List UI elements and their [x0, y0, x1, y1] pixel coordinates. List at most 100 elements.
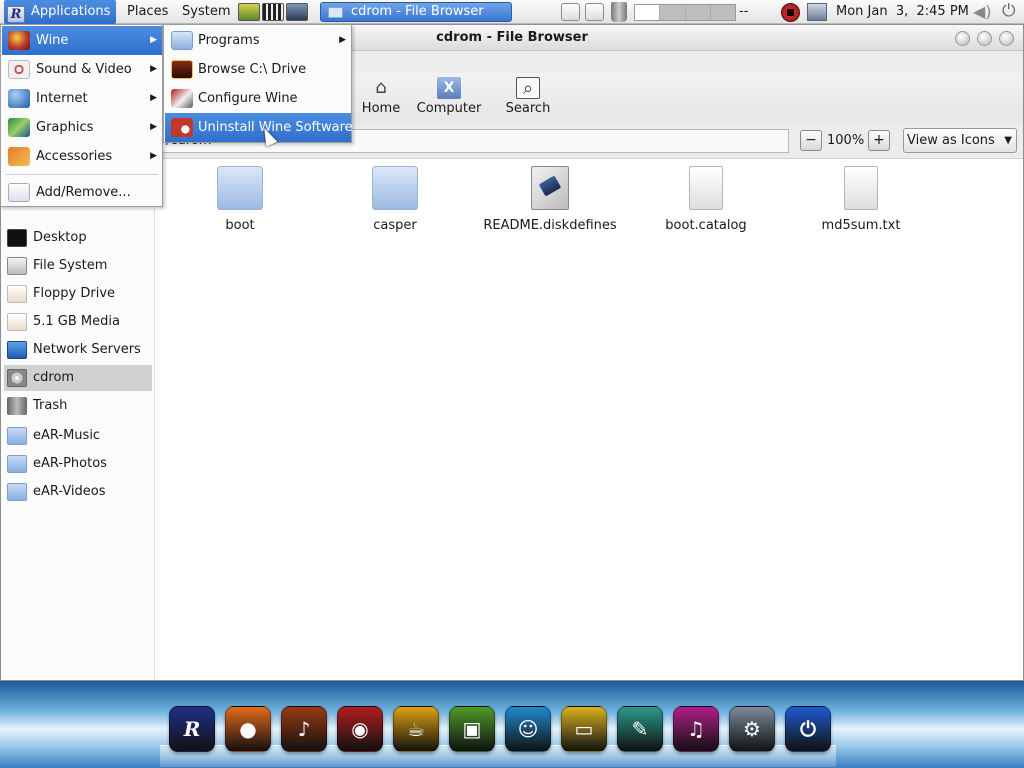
- dock-app-settings[interactable]: ⚙: [729, 706, 775, 752]
- file-item-casper[interactable]: casper: [325, 166, 465, 233]
- workspace-3[interactable]: [685, 5, 711, 20]
- home-button[interactable]: ⌂ Home: [361, 77, 401, 116]
- workspace-2[interactable]: [660, 5, 686, 20]
- file-item-boot-catalog[interactable]: boot.catalog: [636, 166, 776, 233]
- search-button[interactable]: ⌕ Search: [503, 77, 553, 116]
- trash-icon: [7, 397, 27, 415]
- submenu-arrow-icon: ▶: [150, 35, 157, 45]
- dock-app-guitar[interactable]: ♪: [281, 706, 327, 752]
- dock-app-messenger[interactable]: ☺: [505, 706, 551, 752]
- folder-icon: [7, 455, 27, 473]
- home-label: Home: [361, 101, 401, 116]
- top-panel: R Applications Places System cdrom - File…: [0, 0, 1024, 24]
- search-label: Search: [505, 101, 551, 116]
- power-icon[interactable]: ⏻: [1002, 0, 1015, 23]
- executable-icon: [531, 166, 569, 210]
- add-remove-icon: [8, 183, 30, 202]
- trash-applet-icon[interactable]: [611, 2, 627, 22]
- menu-item-internet[interactable]: Internet ▶: [2, 84, 162, 113]
- menu-item-accessories[interactable]: Accessories ▶: [2, 142, 162, 171]
- workspace-4[interactable]: [710, 5, 735, 20]
- network-status-icon[interactable]: [807, 3, 827, 21]
- taskbar-window-button[interactable]: cdrom - File Browser: [320, 2, 512, 22]
- folder-icon: [328, 7, 343, 18]
- dock-app-power[interactable]: ⏻: [785, 706, 831, 752]
- file-item-md5sum[interactable]: md5sum.txt: [791, 166, 931, 233]
- menu-item-label: Internet: [36, 91, 88, 106]
- music-note-icon: ♫: [687, 717, 705, 741]
- sidebar-item-ear-photos[interactable]: eAR-Photos: [4, 451, 152, 477]
- window-list-icon[interactable]: [585, 3, 604, 21]
- zoom-out-button[interactable]: −: [800, 130, 822, 151]
- sidebar-item-trash[interactable]: Trash: [4, 393, 152, 419]
- sidebar-item-network-servers[interactable]: Network Servers: [4, 337, 152, 363]
- view-mode-label: View as Icons: [907, 133, 995, 148]
- menu-item-sound-video[interactable]: Sound & Video ▶: [2, 55, 162, 84]
- menu-item-label: Browse C:\ Drive: [198, 62, 307, 77]
- sidebar-item-ear-music[interactable]: eAR-Music: [4, 423, 152, 449]
- file-name: boot: [225, 218, 255, 233]
- menu-item-label: Sound & Video: [36, 62, 132, 77]
- messenger-icon: ☺: [517, 717, 539, 741]
- show-desktop-icon[interactable]: [561, 3, 580, 21]
- menu-item-label: Configure Wine: [198, 91, 298, 106]
- menu-item-configure-wine[interactable]: Configure Wine: [165, 84, 351, 113]
- zoom-level: 100%: [827, 133, 865, 148]
- coffee-icon: ☕: [407, 717, 425, 741]
- file-item-readme-diskdefines[interactable]: README.diskdefines: [480, 166, 620, 233]
- dock-app-music[interactable]: ♫: [673, 706, 719, 752]
- menu-item-add-remove[interactable]: Add/Remove...: [2, 178, 162, 207]
- dock-app-firefox[interactable]: ●: [225, 706, 271, 752]
- launcher-piano-icon[interactable]: [262, 3, 284, 21]
- dock-app-folder[interactable]: ▭: [561, 706, 607, 752]
- dock-app-r-logo[interactable]: R: [169, 706, 215, 752]
- workspace-switcher[interactable]: [634, 4, 736, 21]
- workspace-label: --: [739, 4, 749, 19]
- dock-app-quill[interactable]: ✎: [617, 706, 663, 752]
- dock-app-coffee[interactable]: ☕: [393, 706, 439, 752]
- close-button[interactable]: [999, 31, 1014, 46]
- computer-button[interactable]: X Computer: [415, 77, 483, 116]
- wine-browse-icon: [171, 60, 193, 79]
- folder-icon: [7, 427, 27, 445]
- folder-icon: [372, 166, 418, 210]
- file-name: README.diskdefines: [483, 218, 617, 233]
- maximize-button[interactable]: [977, 31, 992, 46]
- workspace-1[interactable]: [635, 5, 661, 20]
- dock-app-media[interactable]: ◉: [337, 706, 383, 752]
- sidebar-item-label: Desktop: [33, 230, 87, 245]
- launcher-audio-icon[interactable]: [286, 3, 308, 21]
- dock-app-photo[interactable]: ▣: [449, 706, 495, 752]
- sidebar-item-floppy-drive[interactable]: Floppy Drive: [4, 281, 152, 307]
- menu-item-uninstall-wine-software[interactable]: Uninstall Wine Software: [165, 113, 353, 142]
- sidebar-item-label: Trash: [33, 398, 68, 413]
- sidebar-item-file-system[interactable]: File System: [4, 253, 152, 279]
- desktop-icon: [7, 229, 27, 247]
- clock[interactable]: Mon Jan 3, 2:45 PM: [836, 0, 969, 23]
- guitar-icon: ♪: [297, 717, 311, 741]
- sidebar-item-ear-videos[interactable]: eAR-Videos: [4, 479, 152, 505]
- applications-menu-button[interactable]: R Applications: [4, 0, 117, 24]
- file-item-boot[interactable]: boot: [170, 166, 310, 233]
- menu-item-programs[interactable]: Programs ▶: [165, 26, 351, 55]
- menu-item-wine[interactable]: Wine ▶: [2, 26, 162, 55]
- menu-item-graphics[interactable]: Graphics ▶: [2, 113, 162, 142]
- record-icon[interactable]: [781, 3, 800, 22]
- menu-item-label: Add/Remove...: [36, 185, 131, 200]
- menu-item-browse-c-drive[interactable]: Browse C:\ Drive: [165, 55, 351, 84]
- sidebar-item-label: cdrom: [33, 370, 75, 385]
- places-menu-button[interactable]: Places: [121, 0, 174, 24]
- zoom-in-button[interactable]: +: [868, 130, 890, 151]
- minimize-button[interactable]: [955, 31, 970, 46]
- view-mode-select[interactable]: View as Icons ▼: [903, 128, 1017, 153]
- media-icon: ◉: [351, 717, 369, 741]
- sidebar-item-desktop[interactable]: Desktop: [4, 225, 152, 251]
- wine-config-icon: [171, 89, 193, 108]
- sidebar-item-media[interactable]: 5.1 GB Media: [4, 309, 152, 335]
- applications-dropdown: Wine ▶ Sound & Video ▶ Internet ▶ Graphics ▶…: [0, 24, 163, 207]
- sidebar-item-cdrom[interactable]: cdrom: [4, 365, 152, 391]
- volume-icon[interactable]: ◀): [973, 0, 992, 23]
- launcher-monitor-icon[interactable]: [238, 3, 260, 21]
- system-menu-button[interactable]: System: [176, 0, 236, 24]
- sidebar-item-label: Network Servers: [33, 342, 141, 357]
